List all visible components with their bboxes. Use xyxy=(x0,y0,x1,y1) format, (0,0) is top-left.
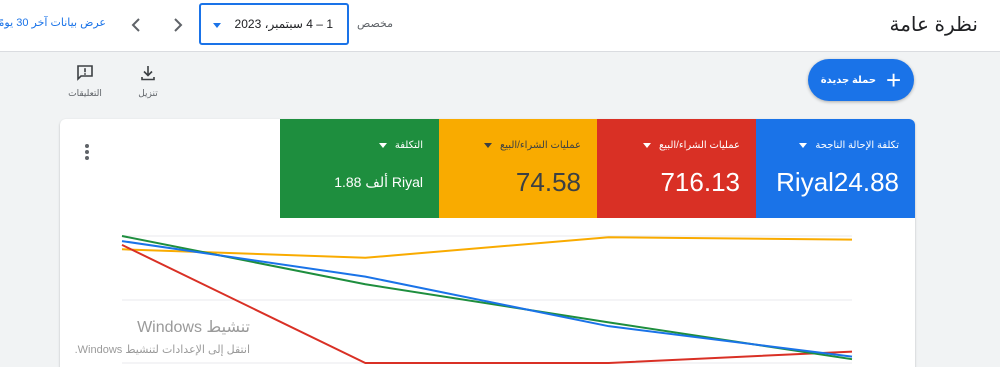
caret-down-icon xyxy=(378,143,387,148)
feedback-icon xyxy=(77,65,93,81)
download-label: تنزيل xyxy=(138,88,158,98)
metric-selector[interactable]: عمليات الشراء/البيع xyxy=(642,140,740,151)
metric-label: عمليات الشراء/البيع xyxy=(658,140,740,151)
feedback-button[interactable]: التعليقات xyxy=(60,64,110,99)
caret-down-icon xyxy=(213,23,221,28)
metric-purchases-2[interactable]: عمليات الشراء/البيع 74.58 xyxy=(439,119,597,218)
metric-value: 1.88 ألف Riyal xyxy=(334,174,423,190)
metric-label: تكلفة الإحالة الناجحة xyxy=(815,140,899,151)
date-range-label: مخصص xyxy=(357,18,394,30)
new-campaign-button[interactable]: حملة جديدة + xyxy=(808,59,914,101)
next-period-button[interactable] xyxy=(163,10,193,40)
metric-conversion-cost[interactable]: تكلفة الإحالة الناجحة Riyal24.88 xyxy=(756,119,915,218)
caret-down-icon xyxy=(799,143,808,148)
more-options-icon[interactable] xyxy=(78,143,96,161)
metric-selector[interactable]: التكلفة xyxy=(378,140,423,151)
metric-selector[interactable]: تكلفة الإحالة الناجحة xyxy=(799,140,899,151)
chart-series-line xyxy=(121,236,853,259)
metric-value: Riyal24.88 xyxy=(776,167,899,197)
download-button[interactable]: تنزيل xyxy=(123,64,173,99)
metric-selector[interactable]: عمليات الشراء/البيع xyxy=(483,140,581,151)
feedback-label: التعليقات xyxy=(68,88,102,98)
watermark-title: تنشيط Windows xyxy=(137,319,250,336)
top-bar: نظرة عامة مخصص 1 – 4 سبتمبر، 2023 عرض بي… xyxy=(0,0,1000,52)
previous-period-button[interactable] xyxy=(121,10,151,40)
caret-down-icon xyxy=(483,143,492,148)
metric-purchases[interactable]: عمليات الشراء/البيع 716.13 xyxy=(597,119,756,218)
date-range-value: 1 – 4 سبتمبر، 2023 xyxy=(234,17,333,31)
caret-down-icon xyxy=(642,143,651,148)
last-30-days-link[interactable]: عرض بيانات آخر 30 يومًا xyxy=(0,16,106,29)
new-campaign-label: حملة جديدة xyxy=(820,74,877,86)
metric-label: عمليات الشراء/البيع xyxy=(499,140,581,151)
page-title: نظرة عامة xyxy=(889,14,978,36)
plus-icon: + xyxy=(886,65,902,95)
windows-activation-watermark: تنشيط Windows انتقل إلى الإعدادات لتنشيط… xyxy=(30,317,250,356)
date-range-picker[interactable]: 1 – 4 سبتمبر، 2023 xyxy=(199,3,349,45)
watermark-subtitle: انتقل إلى الإعدادات لتنشيط Windows. xyxy=(74,344,250,356)
chevron-left-icon xyxy=(131,18,140,32)
metric-label: التكلفة xyxy=(394,140,423,151)
download-icon xyxy=(141,66,155,81)
metric-cost[interactable]: التكلفة 1.88 ألف Riyal xyxy=(280,119,439,218)
metric-value: 74.58 xyxy=(515,167,581,197)
chevron-right-icon xyxy=(174,18,183,32)
metric-value: 716.13 xyxy=(660,167,740,197)
